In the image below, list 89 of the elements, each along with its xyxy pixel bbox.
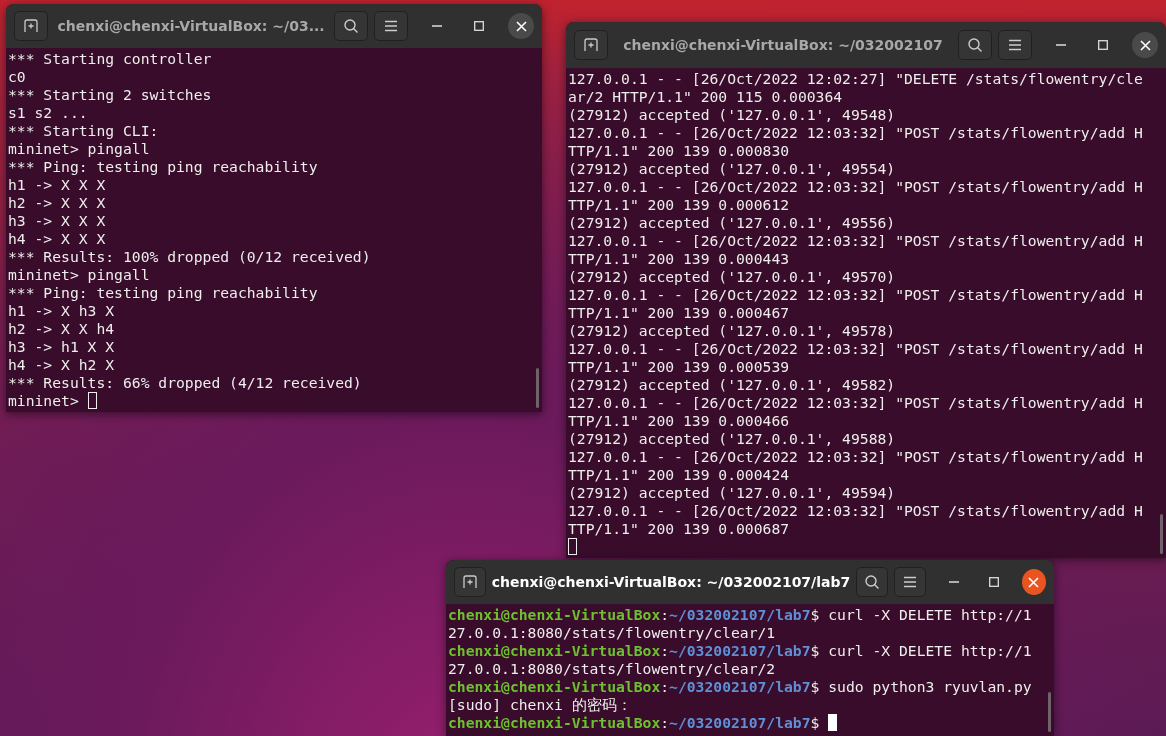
terminal-line: mininet> pingall <box>8 140 150 158</box>
maximize-icon <box>474 21 484 31</box>
menu-icon <box>384 20 398 32</box>
terminal-line: 127.0.0.1 - - [26/Oct/2022 12:03:32] "POST /stats/flowentry/add H <box>568 232 1143 250</box>
terminal-line: TTP/1.1" 200 139 0.000467 <box>568 304 790 322</box>
scrollbar <box>1160 514 1163 554</box>
terminal-line: (27912) accepted ('127.0.0.1', 49588) <box>568 430 896 448</box>
search-button[interactable] <box>958 30 992 60</box>
terminal-line: TTP/1.1" 200 139 0.000424 <box>568 466 790 484</box>
terminal-line: h1 -> X h3 X <box>8 302 115 320</box>
terminal-line: h3 -> X X X <box>8 212 106 230</box>
terminal-line: TTP/1.1" 200 139 0.000539 <box>568 358 790 376</box>
search-icon <box>343 18 359 34</box>
search-icon <box>864 574 881 590</box>
new-tab-icon <box>583 38 599 52</box>
terminal-line: (27912) accepted ('127.0.0.1', 49554) <box>568 160 896 178</box>
terminal-line: 127.0.0.1 - - [26/Oct/2022 12:03:32] "POST /stats/flowentry/add H <box>568 340 1143 358</box>
prompt-line: chenxi@chenxi-VirtualBox:~/032002107/lab7$ <box>448 714 838 732</box>
minimize-icon <box>1056 44 1066 46</box>
terminal-line: *** Starting 2 switches <box>8 86 212 104</box>
terminal-line: (27912) accepted ('127.0.0.1', 49570) <box>568 268 896 286</box>
prompt-line: chenxi@chenxi-VirtualBox:~/032002107/lab7$ sudo python3 ryuvlan.py <box>448 678 1032 696</box>
terminal-line: TTP/1.1" 200 139 0.000443 <box>568 250 790 268</box>
window-title: chenxi@chenxi-VirtualBox: ~/032002107 <box>622 37 944 53</box>
close-button[interactable] <box>508 13 534 39</box>
maximize-icon <box>988 577 999 587</box>
scrollbar <box>536 368 539 408</box>
terminal-line: h2 -> X X h4 <box>8 320 115 338</box>
terminal-line: c0 <box>8 68 26 86</box>
terminal-line: 127.0.0.1 - - [26/Oct/2022 12:02:27] "DELETE /stats/flowentry/cle <box>568 70 1143 88</box>
terminal-line: *** Results: 66% dropped (4/12 received) <box>8 374 362 392</box>
terminal-line: (27912) accepted ('127.0.0.1', 49594) <box>568 484 896 502</box>
terminal-line: *** Starting controller <box>8 50 212 68</box>
menu-button[interactable] <box>374 11 408 41</box>
scrollbar <box>1048 692 1051 732</box>
terminal-line: 127.0.0.1 - - [26/Oct/2022 12:03:32] "POST /stats/flowentry/add H <box>568 394 1143 412</box>
new-tab-button[interactable] <box>574 30 608 60</box>
terminal-line: *** Results: 100% dropped (0/12 received) <box>8 248 371 266</box>
terminal-line: (27912) accepted ('127.0.0.1', 49548) <box>568 106 896 124</box>
menu-button[interactable] <box>998 30 1032 60</box>
terminal-line: *** Starting CLI: <box>8 122 159 140</box>
minimize-icon <box>948 581 959 583</box>
terminal-line: TTP/1.1" 200 139 0.000687 <box>568 520 790 538</box>
terminal-line: (27912) accepted ('127.0.0.1', 49582) <box>568 376 896 394</box>
new-tab-icon <box>23 19 39 33</box>
window-title: chenxi@chenxi-VirtualBox: ~/032002107/lab7 <box>491 574 851 590</box>
terminal-line: s1 s2 ... <box>8 104 88 122</box>
close-icon <box>1028 576 1040 588</box>
terminal-line: h4 -> X h2 X <box>8 356 115 374</box>
terminal-line: h1 -> X X X <box>8 176 106 194</box>
terminal-line: (27912) accepted ('127.0.0.1', 49556) <box>568 214 896 232</box>
terminal-line: 127.0.0.1 - - [26/Oct/2022 12:03:32] "POST /stats/flowentry/add H <box>568 448 1143 466</box>
menu-button[interactable] <box>893 567 926 597</box>
close-button[interactable] <box>1132 32 1158 58</box>
terminal-line: TTP/1.1" 200 139 0.000612 <box>568 196 790 214</box>
terminal-line: [sudo] chenxi 的密码： <box>448 696 632 714</box>
terminal-line: ar/2 HTTP/1.1" 200 115 0.000364 <box>568 88 843 106</box>
menu-icon <box>1008 39 1022 51</box>
menu-icon <box>902 576 917 588</box>
new-tab-icon <box>461 575 478 589</box>
prompt-line: chenxi@chenxi-VirtualBox:~/032002107/lab7$ curl -X DELETE http://1 <box>448 642 1032 660</box>
close-button[interactable] <box>1021 569 1046 595</box>
terminal-line: h4 -> X X X <box>8 230 106 248</box>
window-title: chenxi@chenxi-VirtualBox: ~/03... <box>56 18 326 34</box>
terminal-line: *** Ping: testing ping reachability <box>8 158 318 176</box>
terminal-line: 27.0.0.1:8080/stats/flowentry/clear/2 <box>448 660 776 678</box>
prompt-line: chenxi@chenxi-VirtualBox:~/032002107/lab7$ curl -X DELETE http://1 <box>448 606 1032 624</box>
terminal-line: 127.0.0.1 - - [26/Oct/2022 12:03:32] "POST /stats/flowentry/add H <box>568 502 1143 520</box>
terminal-line: 27.0.0.1:8080/stats/flowentry/clear/1 <box>448 624 776 642</box>
new-tab-button[interactable] <box>454 567 486 597</box>
new-tab-button[interactable] <box>14 11 48 41</box>
search-icon <box>967 37 983 53</box>
terminal-line: 127.0.0.1 - - [26/Oct/2022 12:03:32] "POST /stats/flowentry/add H <box>568 286 1143 304</box>
terminal-line: mininet> pingall <box>8 266 150 284</box>
close-icon <box>1139 39 1151 51</box>
terminal-line: TTP/1.1" 200 139 0.000830 <box>568 142 790 160</box>
minimize-icon <box>432 25 442 27</box>
terminal-line: TTP/1.1" 200 139 0.000466 <box>568 412 790 430</box>
terminal-line: (27912) accepted ('127.0.0.1', 49578) <box>568 322 896 340</box>
maximize-icon <box>1098 40 1108 50</box>
search-button[interactable] <box>334 11 368 41</box>
terminal-line: h3 -> h1 X X <box>8 338 115 356</box>
terminal-line: 127.0.0.1 - - [26/Oct/2022 12:03:32] "POST /stats/flowentry/add H <box>568 178 1143 196</box>
search-button[interactable] <box>856 567 888 597</box>
terminal-line: 127.0.0.1 - - [26/Oct/2022 12:03:32] "POST /stats/flowentry/add H <box>568 124 1143 142</box>
terminal-line: mininet> <box>8 392 97 410</box>
close-icon <box>515 20 527 32</box>
terminal-line: *** Ping: testing ping reachability <box>8 284 318 302</box>
terminal-line: h2 -> X X X <box>8 194 106 212</box>
